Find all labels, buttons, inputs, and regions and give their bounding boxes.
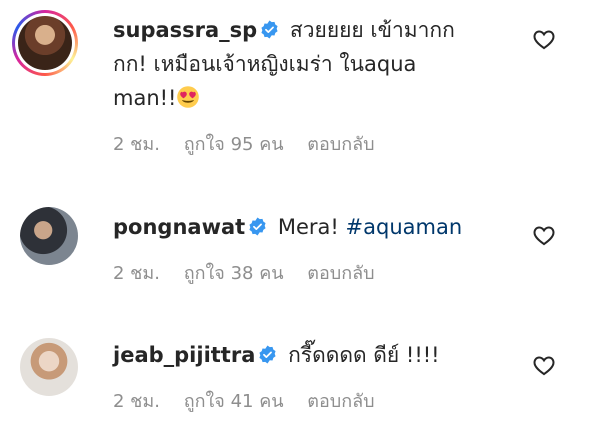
like-count[interactable]: ถูกใจ 41 คน	[184, 391, 284, 412]
comment-text-line: man!!	[113, 86, 177, 110]
verified-badge-icon	[259, 345, 276, 364]
comment-time[interactable]: 2 ชม.	[113, 134, 160, 155]
comment-item: jeab_pijittra กรี๊ดดดด ดีย์ !!!! 2 ชม. ถ…	[0, 322, 600, 435]
avatar[interactable]	[20, 338, 78, 396]
comment-text-line: สวยยยย เข้ามากก	[289, 18, 455, 42]
comment-list: supassra_sp สวยยยย เข้ามากก กก! เหมือนเจ…	[0, 0, 600, 435]
like-heart-icon[interactable]	[532, 28, 556, 52]
comment-text: กรี๊ดดดด ดีย์ !!!!	[288, 343, 440, 367]
reply-button[interactable]: ตอบกลับ	[307, 134, 374, 155]
reply-button[interactable]: ตอบกลับ	[307, 391, 374, 412]
like-heart-icon[interactable]	[532, 224, 556, 248]
comment-item: supassra_sp สวยยยย เข้ามากก กก! เหมือนเจ…	[0, 0, 600, 190]
reply-button[interactable]: ตอบกลับ	[307, 263, 374, 284]
avatar[interactable]	[20, 207, 78, 265]
username[interactable]: jeab_pijittra	[113, 343, 255, 367]
comment-text: Mera!	[277, 215, 339, 239]
like-count[interactable]: ถูกใจ 38 คน	[184, 263, 284, 284]
like-count[interactable]: ถูกใจ 95 คน	[184, 134, 284, 155]
hashtag-link[interactable]: #aquaman	[346, 215, 463, 239]
comment-time[interactable]: 2 ชม.	[113, 391, 160, 412]
heart-eyes-emoji-icon	[177, 86, 200, 108]
comment-text-line: กก! เหมือนเจ้าหญิงเมร่า ในaqua	[113, 52, 417, 76]
verified-badge-icon	[261, 20, 278, 39]
username[interactable]: pongnawat	[113, 215, 245, 239]
like-heart-icon[interactable]	[532, 354, 556, 378]
verified-badge-icon	[249, 217, 266, 236]
avatar	[18, 16, 72, 70]
comment-item: pongnawat Mera! #aquaman 2 ชม. ถูกใจ 38 …	[0, 190, 600, 310]
avatar-story-ring[interactable]	[12, 10, 78, 76]
comment-time[interactable]: 2 ชม.	[113, 263, 160, 284]
username[interactable]: supassra_sp	[113, 18, 257, 42]
